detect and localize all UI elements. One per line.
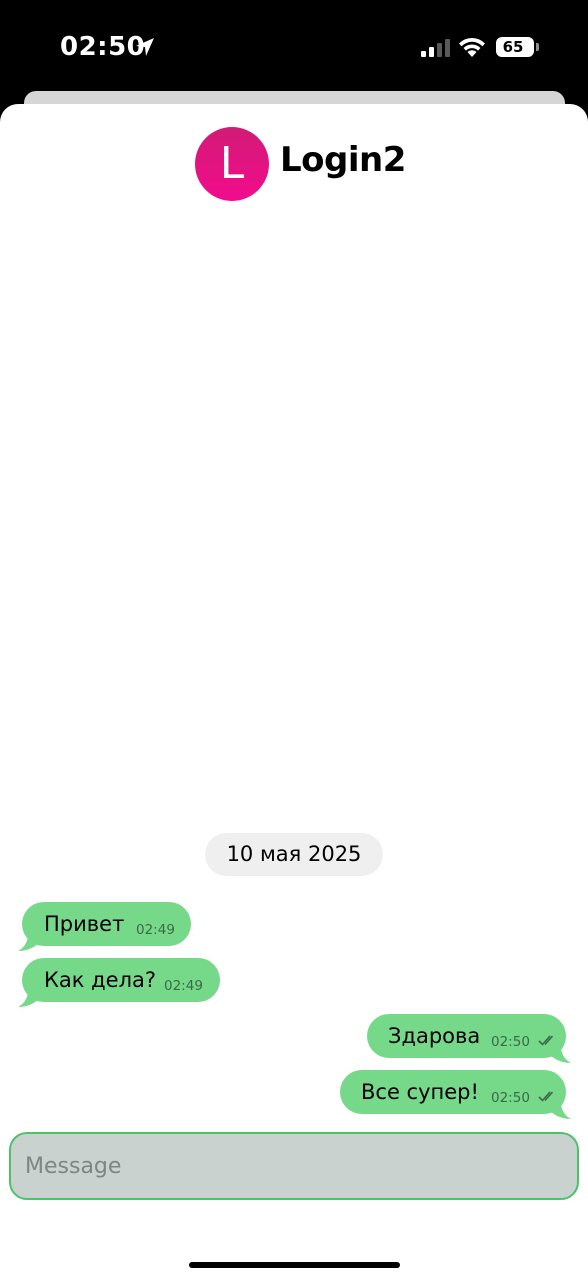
battery-icon: 65 — [496, 37, 534, 57]
wifi-icon — [459, 37, 485, 57]
message-text: Здарова — [388, 1024, 481, 1048]
location-arrow-icon — [136, 38, 154, 56]
avatar[interactable]: L — [195, 127, 269, 201]
message-bubble-outgoing[interactable]: Здарова 02:50 — [367, 1014, 566, 1058]
message-input[interactable] — [25, 1134, 565, 1198]
message-bubble-outgoing[interactable]: Все супер! 02:50 — [340, 1070, 566, 1114]
cellular-signal-icon — [421, 39, 450, 57]
double-check-icon — [538, 1091, 554, 1102]
message-text: Все супер! — [361, 1080, 479, 1104]
message-bubble-incoming[interactable]: Привет 02:49 — [22, 902, 191, 946]
message-composer — [9, 1132, 579, 1200]
chat-title[interactable]: Login2 — [280, 140, 406, 180]
message-time: 02:50 — [491, 1034, 530, 1050]
home-indicator[interactable] — [189, 1262, 400, 1268]
status-bar: 02:50 65 — [0, 0, 588, 92]
double-check-icon — [538, 1035, 554, 1046]
message-bubble-incoming[interactable]: Как дела? 02:49 — [22, 958, 220, 1002]
message-text: Как дела? — [44, 968, 157, 992]
date-separator: 10 мая 2025 — [205, 833, 383, 876]
status-time: 02:50 — [60, 32, 146, 62]
message-time: 02:49 — [164, 978, 203, 994]
battery-level: 65 — [502, 38, 524, 56]
message-time: 02:50 — [491, 1090, 530, 1106]
message-text: Привет — [44, 912, 125, 936]
battery-cap — [536, 43, 539, 51]
message-time: 02:49 — [136, 922, 175, 938]
